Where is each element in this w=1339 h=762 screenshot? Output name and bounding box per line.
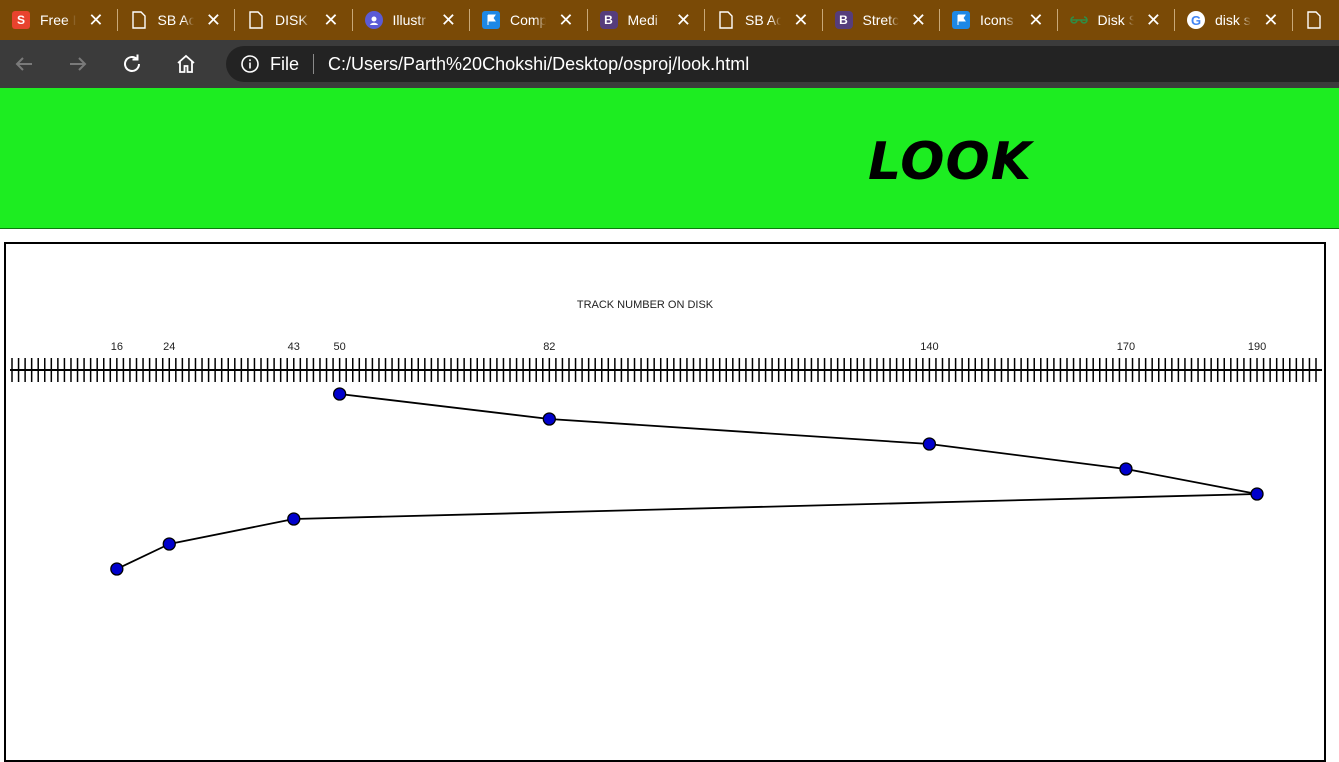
close-icon[interactable]: ✕ (676, 11, 691, 29)
browser-tab[interactable]: SB Ac ✕ (118, 0, 236, 40)
browser-tab[interactable] (1293, 0, 1339, 40)
tab-title: SB Ac (745, 12, 781, 28)
back-button[interactable] (6, 46, 42, 82)
browser-tab[interactable]: Gdisk s ✕ (1175, 0, 1293, 40)
request-point (288, 513, 300, 525)
back-arrow-icon (12, 52, 36, 76)
page-banner: LOOK (0, 88, 1339, 229)
tab-title: SB Ac (158, 12, 194, 28)
tab-title: Comp (510, 12, 546, 28)
tab-title: Medi (628, 12, 664, 28)
page-title: LOOK (868, 132, 1032, 192)
tab-title: Disk S (1098, 12, 1134, 28)
home-icon (174, 52, 198, 76)
scheme-label: File (270, 54, 299, 75)
tick-label: 24 (163, 341, 175, 353)
seek-path-segment (1126, 469, 1257, 494)
seek-path-segment (169, 519, 294, 544)
page-icon (1305, 11, 1323, 29)
tab-title: Illustr (393, 12, 429, 28)
forward-button[interactable] (60, 46, 96, 82)
request-point (334, 388, 346, 400)
tick-label: 140 (920, 341, 938, 353)
bootstrap-icon: B (835, 11, 853, 29)
flag-icon (952, 11, 970, 29)
google-icon: G (1187, 11, 1205, 29)
tick-label: 16 (111, 341, 123, 353)
request-point (1251, 488, 1263, 500)
close-icon[interactable]: ✕ (793, 11, 808, 29)
browser-tab[interactable]: B Stretc ✕ (823, 0, 941, 40)
request-point (111, 563, 123, 575)
browser-toolbar: File C:/Users/Parth%20Chokshi/Desktop/os… (0, 40, 1339, 88)
tab-title: Free I (40, 12, 76, 28)
seek-path-segment (294, 494, 1257, 519)
request-point (923, 438, 935, 450)
illustrator-icon (365, 11, 383, 29)
info-icon[interactable] (240, 54, 260, 74)
browser-tab[interactable]: B Medi ✕ (588, 0, 706, 40)
reload-icon (120, 52, 144, 76)
page-icon (717, 11, 735, 29)
tick-label: 170 (1117, 341, 1135, 353)
close-icon[interactable]: ✕ (206, 11, 221, 29)
disk-canvas: TRACK NUMBER ON DISK 16 24 43 50 82 140 170 190 (4, 242, 1326, 762)
forward-arrow-icon (66, 52, 90, 76)
reload-button[interactable] (114, 46, 150, 82)
address-bar[interactable]: File C:/Users/Parth%20Chokshi/Desktop/os… (226, 46, 1339, 82)
tab-title: Icons (980, 12, 1016, 28)
tab-title: Stretc (863, 12, 899, 28)
close-icon[interactable]: ✕ (323, 11, 338, 29)
close-icon[interactable]: ✕ (88, 11, 103, 29)
look-chart: TRACK NUMBER ON DISK 16 24 43 50 82 140 170 190 (6, 244, 1324, 760)
address-separator (313, 54, 314, 74)
tab-strip: SFree I✕SB Ac✕DISK✕Illustr✕Comp✕BMedi✕SB… (0, 0, 1339, 40)
request-point (163, 538, 175, 550)
seek-path-segment (117, 544, 169, 569)
browser-tab[interactable]: DISK ✕ (235, 0, 353, 40)
bootstrap-icon: B (600, 11, 618, 29)
close-icon[interactable]: ✕ (1146, 11, 1161, 29)
tab-title: disk s (1215, 12, 1251, 28)
close-icon[interactable]: ✕ (558, 11, 573, 29)
tick-label: 82 (543, 341, 555, 353)
page-icon (247, 11, 265, 29)
browser-tab[interactable]: Comp ✕ (470, 0, 588, 40)
chart-title: TRACK NUMBER ON DISK (577, 299, 714, 311)
tick-label: 43 (288, 341, 300, 353)
browser-tab[interactable]: SB Ac ✕ (705, 0, 823, 40)
gfg-icon (1070, 11, 1088, 29)
tick-label: 190 (1248, 341, 1266, 353)
flag-icon (482, 11, 500, 29)
home-button[interactable] (168, 46, 204, 82)
s-logo-icon: S (12, 11, 30, 29)
close-icon[interactable]: ✕ (441, 11, 456, 29)
seek-path-segment (340, 394, 550, 419)
tick-label: 50 (334, 341, 346, 353)
close-icon[interactable]: ✕ (1028, 11, 1043, 29)
close-icon[interactable]: ✕ (911, 11, 926, 29)
request-point (543, 413, 555, 425)
browser-tab[interactable]: Icons ✕ (940, 0, 1058, 40)
seek-path-segment (929, 444, 1126, 469)
request-point (1120, 463, 1132, 475)
seek-path-segment (549, 419, 929, 444)
url-text[interactable]: C:/Users/Parth%20Chokshi/Desktop/osproj/… (328, 54, 749, 75)
close-icon[interactable]: ✕ (1263, 11, 1278, 29)
browser-tab[interactable]: S Free I ✕ (0, 0, 118, 40)
tab-title: DISK (275, 12, 311, 28)
browser-tab[interactable]: Disk S ✕ (1058, 0, 1176, 40)
browser-tab[interactable]: Illustr ✕ (353, 0, 471, 40)
page-icon (130, 11, 148, 29)
